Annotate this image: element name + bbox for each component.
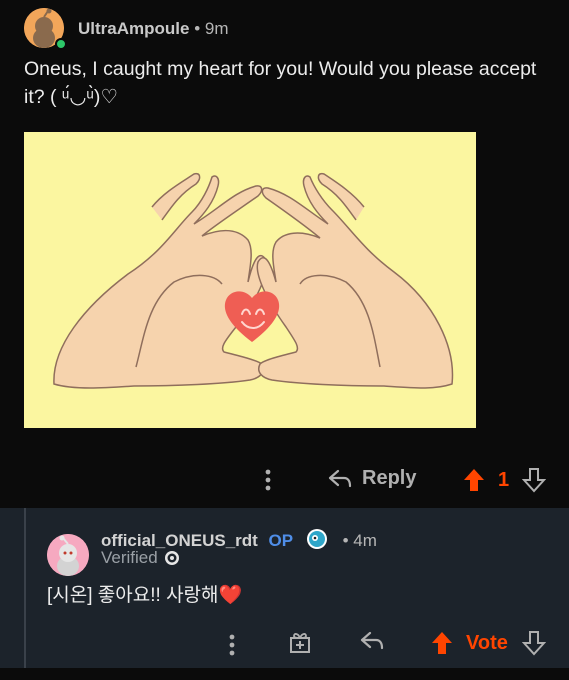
flair-emoji-icon [306,528,328,555]
downvote-icon [522,631,546,656]
verified-badge-icon [164,551,179,565]
vote-count: 1 [498,469,510,491]
upvote-button[interactable] [430,630,454,656]
reply-time: 4m [353,530,377,550]
reply-action-bar: Vote [0,618,569,668]
comment-body: Oneus, I caught my heart for you! Would … [24,58,537,108]
comment-meta: UltraAmpoule • 9m [78,19,229,39]
upvote-icon [432,632,452,654]
reply-label: Reply [362,467,417,489]
reply-arrow-icon [328,469,352,487]
snoo-avatar-icon[interactable] [47,534,89,576]
kebab-icon[interactable] [258,465,278,495]
downvote-icon [522,468,546,493]
comment-username[interactable]: UltraAmpoule [78,19,189,38]
award-button[interactable] [288,630,312,654]
meta-separator: • [342,530,349,550]
reply-card: official_ONEUS_rdt OP • 4m Verified [시온]… [0,508,569,680]
comment-image[interactable] [24,132,476,428]
comment-ultraampoule: UltraAmpoule • 9m Oneus, I caught my hea… [0,0,569,508]
verified-row: Verified [101,548,180,568]
kebab-icon[interactable] [222,630,242,660]
upvote-button[interactable] [462,467,486,493]
verified-label: Verified [101,548,158,567]
downvote-button[interactable] [522,467,546,493]
reply-button[interactable]: Reply [328,467,416,490]
reply-body: [시온] 좋아요!! 사랑해❤️ [47,585,243,606]
online-dot-icon [55,38,67,50]
meta-separator: • [194,19,201,38]
comment-time: 9m [204,19,229,38]
reply-button[interactable] [360,630,384,652]
award-icon [290,633,310,653]
upvote-icon [464,469,484,491]
comment-action-bar: Reply 1 [0,455,569,505]
hand-heart-illustration [24,132,476,428]
reply-arrow-icon [360,631,384,650]
bottom-strip [0,668,569,680]
downvote-button[interactable] [522,630,546,656]
op-badge: OP [268,530,294,550]
vote-label: Vote [466,632,508,654]
